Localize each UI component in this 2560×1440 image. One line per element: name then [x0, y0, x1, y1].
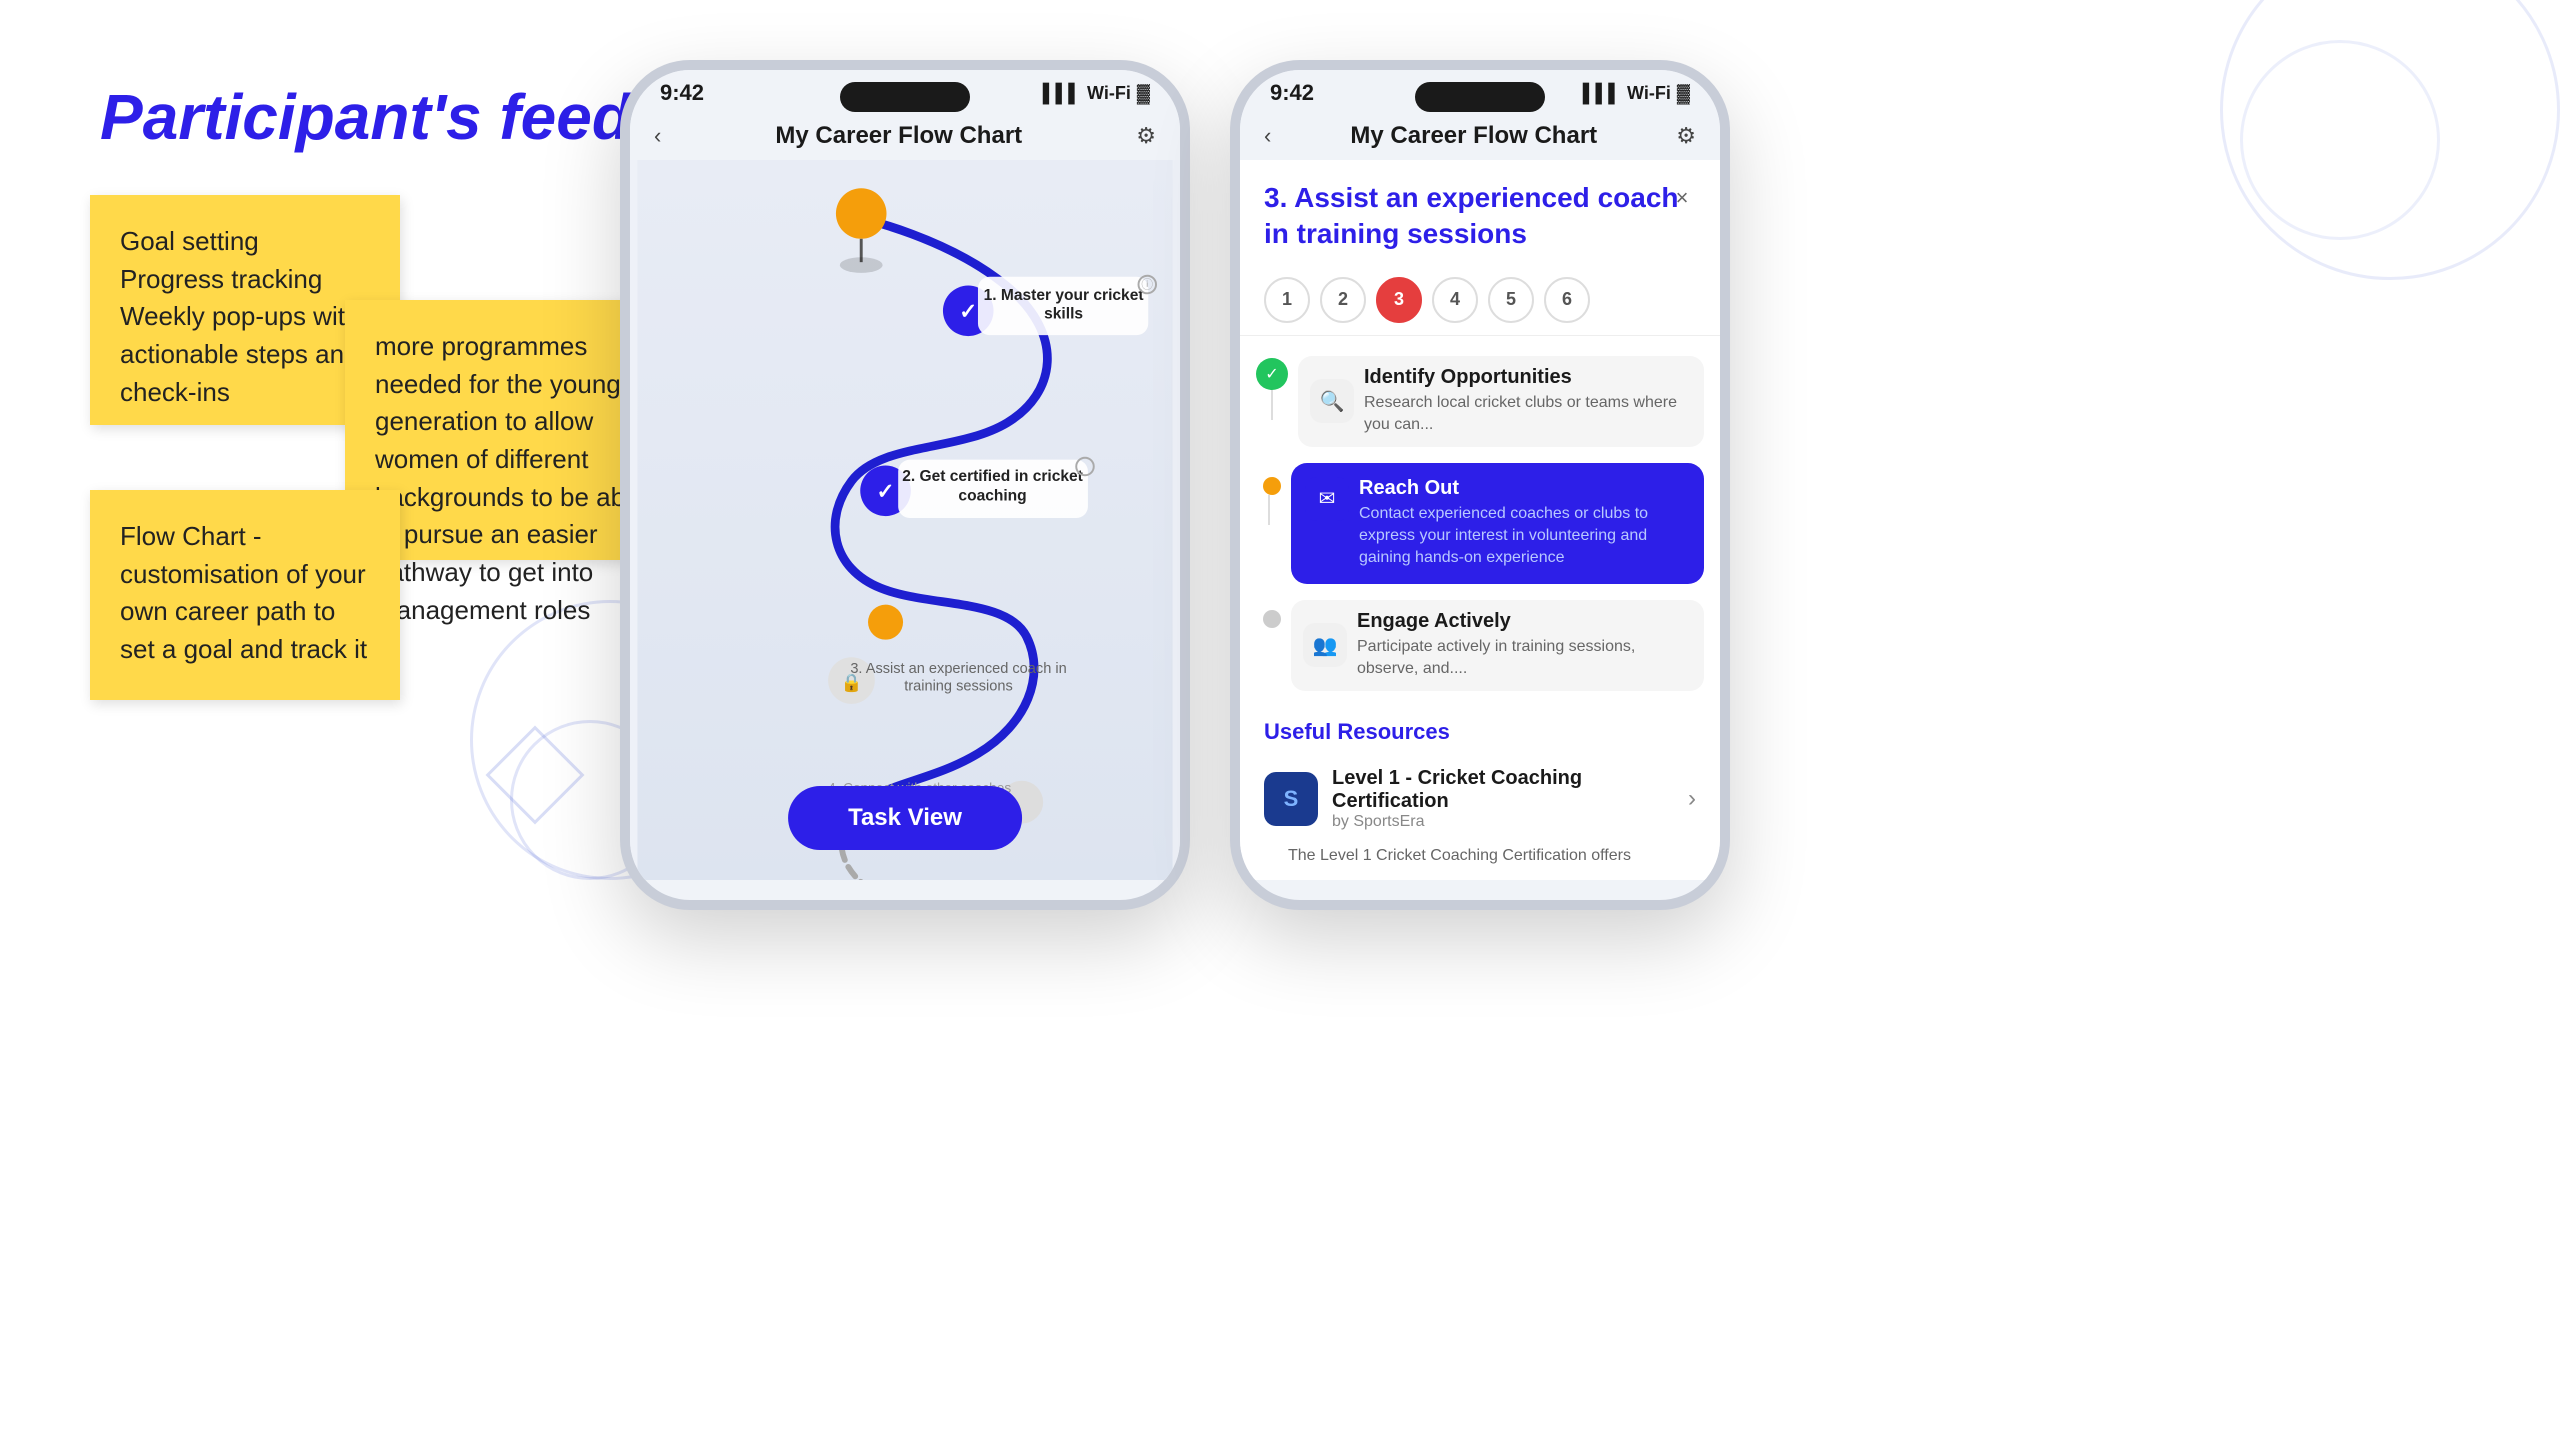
step-tab-3[interactable]: 3 — [1376, 277, 1422, 323]
svg-text:2. Get certified in cricket: 2. Get certified in cricket — [902, 468, 1083, 485]
resource-desc: The Level 1 Cricket Coaching Certificati… — [1264, 841, 1696, 867]
resource-logo: S — [1264, 772, 1318, 826]
phone-1-settings-button[interactable]: ⚙ — [1136, 123, 1156, 149]
resources-section: Useful Resources S Level 1 - Cricket Coa… — [1240, 703, 1720, 875]
resources-title: Useful Resources — [1264, 719, 1696, 745]
step-tab-2[interactable]: 2 — [1320, 277, 1366, 323]
detail-header: 3. Assist an experienced coach in traini… — [1240, 160, 1720, 269]
step-tabs[interactable]: 1 2 3 4 5 6 — [1240, 269, 1720, 335]
phone-2: 9:42 ▌▌▌ Wi-Fi ▓ ‹ My Career Flow Chart … — [1230, 60, 1730, 910]
phone-2-content: × 3. Assist an experienced coach in trai… — [1240, 160, 1720, 880]
task-reach-out: ✉ Reach Out Contact experienced coaches … — [1256, 459, 1704, 588]
svg-text:1. Master your cricket: 1. Master your cricket — [984, 287, 1144, 304]
detail-title: 3. Assist an experienced coach in traini… — [1264, 180, 1696, 253]
svg-text:coaching: coaching — [958, 488, 1026, 505]
sticky-note-2-text: more programmes needed for the younger g… — [375, 331, 645, 625]
phone-1-content: ✓ 1. Master your cricket skills ⓘ ✓ 2. G… — [630, 160, 1180, 880]
phone-1-status-icons: ▌▌▌ Wi-Fi ▓ — [1043, 83, 1150, 104]
signal-icon: ▌▌▌ — [1043, 83, 1081, 104]
battery-icon: ▓ — [1137, 83, 1150, 104]
task-view-button[interactable]: Task View — [788, 786, 1022, 850]
resource-chevron[interactable]: › — [1688, 785, 1696, 813]
battery-icon-2: ▓ — [1677, 83, 1690, 104]
svg-text:training sessions: training sessions — [904, 678, 1013, 694]
step-tab-6[interactable]: 6 — [1544, 277, 1590, 323]
svg-text:✓: ✓ — [877, 480, 895, 504]
task-3-text: Engage Actively Participate actively in … — [1357, 610, 1692, 681]
phone-2-time: 9:42 — [1270, 80, 1314, 106]
sticky-note-3: Flow Chart - customisation of your own c… — [90, 490, 400, 700]
signal-icon-2: ▌▌▌ — [1583, 83, 1621, 104]
phone-2-island — [1415, 82, 1545, 112]
task-list: ✓ 🔍 Identify Opportunities Research loca… — [1240, 336, 1720, 703]
step-tab-5[interactable]: 5 — [1488, 277, 1534, 323]
task-3-icon: 👥 — [1303, 623, 1347, 667]
phone-1-back-button[interactable]: ‹ — [654, 123, 661, 149]
phone-1-time: 9:42 — [660, 80, 704, 106]
phone-2-header: ‹ My Career Flow Chart ⚙ — [1240, 112, 1720, 160]
svg-text:✓: ✓ — [959, 300, 977, 324]
phone-2-status-icons: ▌▌▌ Wi-Fi ▓ — [1583, 83, 1690, 104]
close-button[interactable]: × — [1664, 180, 1700, 216]
phone-1-title: My Career Flow Chart — [661, 122, 1136, 150]
task-1-icon: 🔍 — [1310, 379, 1354, 423]
task-identify: ✓ 🔍 Identify Opportunities Research loca… — [1256, 344, 1704, 459]
phone-1-header: ‹ My Career Flow Chart ⚙ — [630, 112, 1180, 160]
svg-text:skills: skills — [1044, 306, 1083, 323]
svg-text:ⓘ: ⓘ — [1141, 278, 1153, 291]
phone-2-settings-button[interactable]: ⚙ — [1676, 123, 1696, 149]
gray-dot — [1263, 610, 1281, 628]
task-engage: 👥 Engage Actively Participate actively i… — [1256, 588, 1704, 703]
orange-dot — [1263, 477, 1281, 495]
task-1-text: Identify Opportunities Research local cr… — [1364, 366, 1692, 437]
resource-item[interactable]: S Level 1 - Cricket Coaching Certificati… — [1264, 757, 1696, 841]
career-path-svg: ✓ 1. Master your cricket skills ⓘ ✓ 2. G… — [630, 160, 1180, 880]
task-1-check: ✓ — [1256, 358, 1288, 390]
phone-2-title: My Career Flow Chart — [1271, 122, 1676, 150]
task-2-text: Reach Out Contact experienced coaches or… — [1359, 477, 1690, 570]
sticky-note-3-text: Flow Chart - customisation of your own c… — [120, 521, 367, 664]
svg-text:3. Assist an experienced coach: 3. Assist an experienced coach in — [850, 661, 1066, 677]
task-2-icon: ✉ — [1305, 477, 1349, 521]
phone-1-island — [840, 82, 970, 112]
phone-2-back-button[interactable]: ‹ — [1264, 123, 1271, 149]
wifi-icon: Wi-Fi — [1087, 83, 1131, 104]
step-tab-1[interactable]: 1 — [1264, 277, 1310, 323]
phone-1: 9:42 ▌▌▌ Wi-Fi ▓ ‹ My Career Flow Chart … — [620, 60, 1190, 910]
wifi-icon-2: Wi-Fi — [1627, 83, 1671, 104]
sticky-note-1-text: Goal settingProgress trackingWeekly pop-… — [120, 226, 359, 407]
step-tab-4[interactable]: 4 — [1432, 277, 1478, 323]
resource-text: Level 1 - Cricket Coaching Certification… — [1332, 767, 1674, 831]
